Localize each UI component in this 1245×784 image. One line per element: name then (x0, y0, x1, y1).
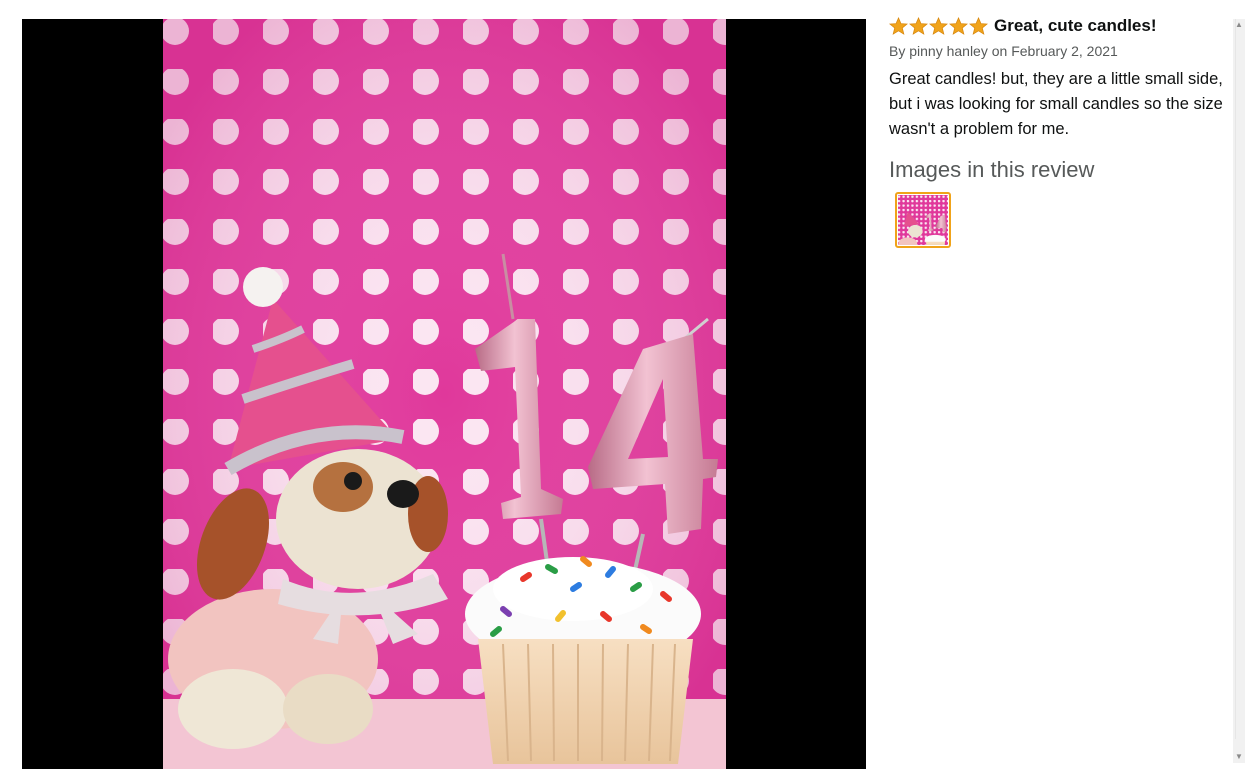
star-rating (889, 16, 989, 36)
review-title-row: Great, cute candles! (889, 14, 1225, 38)
review-photo (163, 19, 726, 769)
review-panel: Great, cute candles! By pinny hanley on … (889, 14, 1225, 248)
review-title: Great, cute candles! (994, 16, 1157, 35)
star-icon (969, 16, 988, 35)
review-photo-image (163, 19, 726, 769)
scroll-up-arrow-icon[interactable]: ▲ (1233, 19, 1245, 31)
scrollbar[interactable]: ▲ ▼ (1233, 19, 1245, 763)
star-icon (929, 16, 948, 35)
images-heading: Images in this review (889, 157, 1095, 182)
star-icon (949, 16, 968, 35)
review-image-thumbnail[interactable] (895, 192, 951, 248)
scroll-down-arrow-icon[interactable]: ▼ (1233, 751, 1245, 763)
scrollbar-thumb[interactable] (1235, 19, 1244, 739)
review-byline: By pinny hanley on February 2, 2021 (889, 43, 1118, 59)
star-icon (909, 16, 928, 35)
thumbnail-image (898, 195, 948, 245)
star-icon (889, 16, 908, 35)
review-body: Great candles! but, they are a little sm… (889, 70, 1223, 138)
image-viewer (22, 19, 866, 769)
